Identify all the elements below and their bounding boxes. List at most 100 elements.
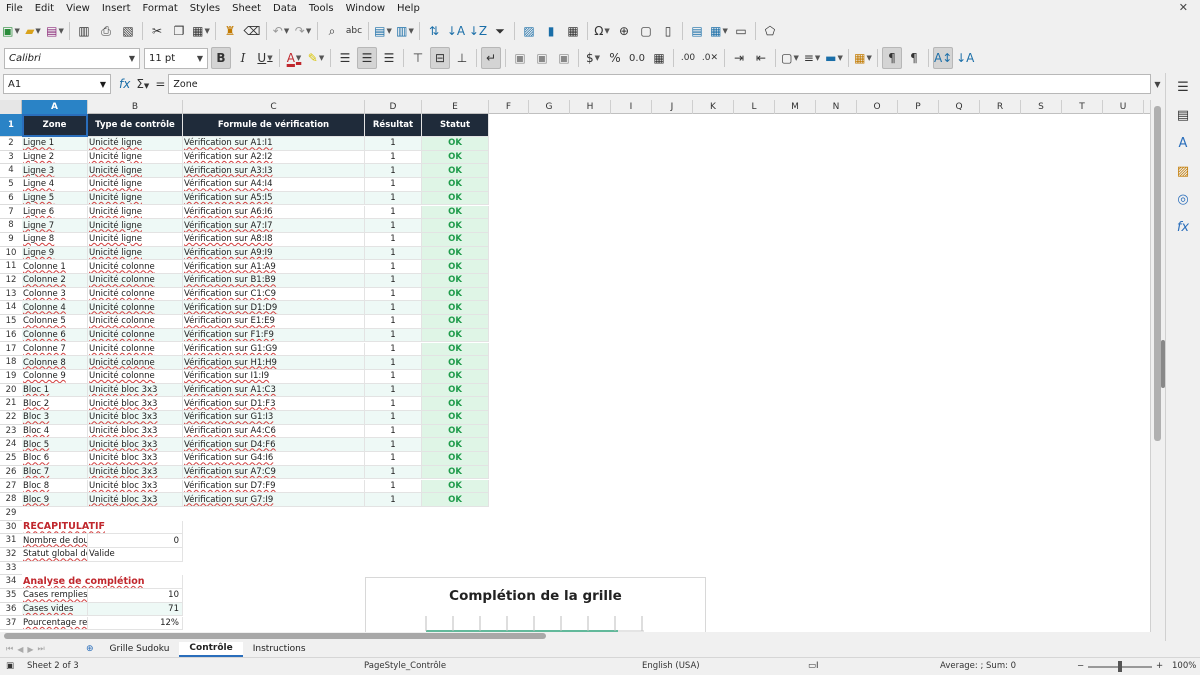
special-character-icon[interactable]: Ω ▼ [592, 20, 612, 42]
formula-cell[interactable]: Vérification sur A7:C9 [183, 465, 365, 480]
result-cell[interactable]: 1 [365, 424, 422, 439]
zoom-out-icon[interactable]: − [1077, 661, 1084, 671]
row-header[interactable]: 6 [0, 192, 22, 206]
row-header[interactable]: 16 [0, 329, 22, 343]
status-ok-cell[interactable]: OK [422, 301, 489, 316]
status-ok-cell[interactable]: OK [422, 150, 489, 165]
column-header-i[interactable]: I [611, 100, 652, 114]
formula-cell[interactable]: Vérification sur A1:I1 [183, 137, 365, 151]
formula-cell[interactable]: Vérification sur A1:C3 [183, 383, 365, 398]
row-header[interactable]: 33 [0, 562, 22, 576]
status-ok-cell[interactable]: OK [422, 397, 489, 411]
split-window-icon[interactable]: ▭ [731, 20, 751, 42]
row-header[interactable]: 36 [0, 603, 22, 617]
sum-readout[interactable]: Average: ; Sum: 0 [940, 661, 1016, 671]
zone-cell[interactable]: Bloc 4 [22, 424, 88, 439]
paste-icon[interactable]: ▦ ▼ [191, 20, 211, 42]
column-title-cell[interactable]: Formule de vérification [183, 114, 365, 137]
document-modified-icon[interactable]: ▣ [6, 661, 14, 671]
zone-cell[interactable]: Colonne 8 [22, 356, 88, 370]
zone-cell[interactable]: Bloc 1 [22, 383, 88, 398]
row-header[interactable]: 2 [0, 137, 22, 151]
formula-cell[interactable]: Vérification sur A4:I4 [183, 178, 365, 192]
column-title-cell[interactable]: Zone [22, 114, 88, 137]
status-ok-cell[interactable]: OK [422, 164, 489, 179]
status-ok-cell[interactable]: OK [422, 219, 489, 233]
control-type-cell[interactable]: Unicité ligne [88, 150, 183, 165]
result-cell[interactable]: 1 [365, 301, 422, 316]
result-cell[interactable]: 1 [365, 205, 422, 220]
status-ok-cell[interactable]: OK [422, 315, 489, 329]
formula-equals-icon[interactable]: = [155, 77, 165, 91]
column-header-a[interactable]: A [22, 100, 88, 114]
font-name-box[interactable]: Calibri ▼ [4, 47, 140, 69]
status-ok-cell[interactable]: OK [422, 232, 489, 247]
control-type-cell[interactable]: Unicité ligne [88, 137, 183, 151]
row-header[interactable]: 26 [0, 466, 22, 480]
empty-label-cell[interactable]: Cases vides [22, 602, 88, 617]
result-cell[interactable]: 1 [365, 315, 422, 329]
status-ok-cell[interactable]: OK [422, 246, 489, 261]
control-type-cell[interactable]: Unicité colonne [88, 274, 183, 288]
align-center-icon[interactable]: ☰ [357, 47, 377, 69]
control-type-cell[interactable]: Unicité ligne [88, 219, 183, 233]
row-header[interactable]: 7 [0, 206, 22, 220]
zone-cell[interactable]: Colonne 6 [22, 328, 88, 343]
column-title-cell[interactable]: Statut [422, 114, 489, 137]
zone-cell[interactable]: Bloc 3 [22, 411, 88, 425]
control-type-cell[interactable]: Unicité colonne [88, 342, 183, 357]
zone-cell[interactable]: Colonne 2 [22, 274, 88, 288]
zone-cell[interactable]: Bloc 9 [22, 493, 88, 507]
align-left-icon[interactable]: ☰ [335, 47, 355, 69]
menu-help[interactable]: Help [391, 0, 426, 17]
column-header-b[interactable]: B [88, 100, 183, 114]
result-cell[interactable]: 1 [365, 493, 422, 507]
filled-label-cell[interactable]: Cases remplies [22, 589, 88, 603]
result-cell[interactable]: 1 [365, 219, 422, 233]
column-header-q[interactable]: Q [939, 100, 980, 114]
menu-tools[interactable]: Tools [303, 0, 340, 17]
zone-cell[interactable]: Colonne 4 [22, 301, 88, 316]
date-format-icon[interactable]: ▦ [649, 47, 669, 69]
zone-cell[interactable]: Ligne 2 [22, 150, 88, 165]
row-header[interactable]: 30 [0, 521, 22, 535]
control-type-cell[interactable]: Unicité bloc 3x3 [88, 411, 183, 425]
control-type-cell[interactable]: Unicité ligne [88, 232, 183, 247]
zone-cell[interactable]: Bloc 6 [22, 452, 88, 466]
row-header[interactable]: 32 [0, 548, 22, 562]
row-header[interactable]: 19 [0, 370, 22, 384]
define-print-area-icon[interactable]: ▤ [687, 20, 707, 42]
row-header[interactable]: 15 [0, 315, 22, 329]
row-header[interactable]: 14 [0, 301, 22, 316]
result-cell[interactable]: 1 [365, 137, 422, 151]
show-draw-functions-icon[interactable]: ⬠ [760, 20, 780, 42]
formula-cell[interactable]: Vérification sur G4:I6 [183, 452, 365, 466]
formula-cell[interactable]: Vérification sur D7:F9 [183, 479, 365, 494]
formula-cell[interactable]: Vérification sur A3:I3 [183, 164, 365, 179]
cell-grid[interactable]: Zone Type de contrôle Formule de vérificat… [22, 114, 1150, 632]
status-ok-cell[interactable]: OK [422, 465, 489, 480]
result-cell[interactable]: 1 [365, 342, 422, 357]
zone-cell[interactable]: Ligne 7 [22, 219, 88, 233]
language[interactable]: English (USA) [642, 661, 700, 671]
status-ok-cell[interactable]: OK [422, 438, 489, 453]
zoom-level[interactable]: 100% [1172, 661, 1196, 671]
tab-grille-sudoku[interactable]: Grille Sudoku [100, 642, 180, 657]
menu-insert[interactable]: Insert [96, 0, 137, 17]
zone-cell[interactable]: Ligne 6 [22, 205, 88, 220]
row-header[interactable]: 17 [0, 343, 22, 357]
control-type-cell[interactable]: Unicité colonne [88, 369, 183, 384]
status-ok-cell[interactable]: OK [422, 383, 489, 398]
row-header[interactable]: 34 [0, 575, 22, 590]
formula-cell[interactable]: Vérification sur D1:D9 [183, 301, 365, 316]
navigator-icon[interactable]: ◎ [1174, 191, 1192, 209]
hyperlink-icon[interactable]: ⊕ [614, 20, 634, 42]
zone-cell[interactable]: Bloc 8 [22, 479, 88, 494]
formula-cell[interactable]: Vérification sur G1:G9 [183, 342, 365, 357]
new-icon[interactable]: ▣ ▼ [1, 20, 21, 42]
comment-icon[interactable]: ▢ [636, 20, 656, 42]
column-header-o[interactable]: O [857, 100, 898, 114]
result-cell[interactable]: 1 [365, 191, 422, 206]
control-type-cell[interactable]: Unicité colonne [88, 260, 183, 274]
underline-icon[interactable]: U ▼ [255, 47, 275, 69]
